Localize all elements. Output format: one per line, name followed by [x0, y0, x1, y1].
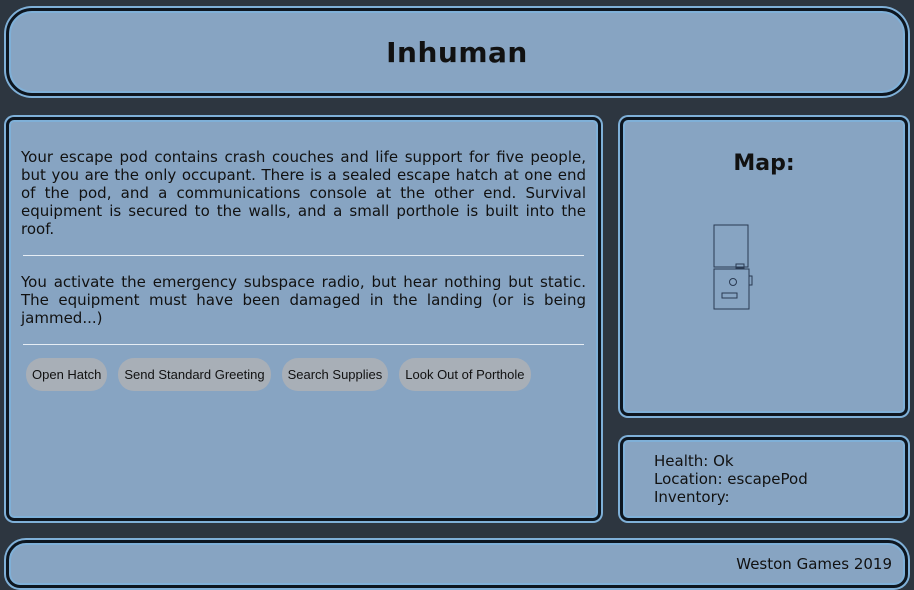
- location-status: Location: escapePod: [654, 470, 905, 488]
- send-standard-greeting-button[interactable]: Send Standard Greeting: [118, 358, 271, 391]
- actions-divider: [23, 344, 584, 345]
- health-status: Health: Ok: [654, 452, 905, 470]
- health-value: Ok: [713, 452, 734, 470]
- search-supplies-button[interactable]: Search Supplies: [281, 358, 389, 391]
- footer-panel: Weston Games 2019: [6, 540, 908, 588]
- map-player-marker: [729, 278, 737, 286]
- footer-credit: Weston Games 2019: [736, 555, 892, 573]
- game-title: Inhuman: [386, 35, 528, 69]
- map-room-side-door: [748, 275, 753, 286]
- inventory-status: Inventory:: [654, 488, 905, 506]
- action-bar: Open Hatch Send Standard Greeting Search…: [21, 358, 586, 391]
- location-label: Location:: [654, 470, 723, 488]
- map-panel: Map:: [620, 117, 908, 416]
- map-room-console: [721, 292, 738, 299]
- status-panel: Health: Ok Location: escapePod Inventory…: [620, 437, 908, 521]
- location-value: escapePod: [727, 470, 808, 488]
- map-room-escape-pod: [713, 268, 750, 310]
- header-panel: Inhuman: [6, 8, 908, 96]
- story-divider: [23, 255, 584, 256]
- health-label: Health:: [654, 452, 709, 470]
- open-hatch-button[interactable]: Open Hatch: [26, 358, 108, 391]
- inventory-label: Inventory:: [654, 488, 730, 506]
- room-description: Your escape pod contains crash couches a…: [21, 148, 586, 238]
- action-result: You activate the emergency subspace radi…: [21, 273, 586, 327]
- map-room-outside: [713, 224, 749, 268]
- map-diagram: [713, 224, 753, 310]
- story-panel: Your escape pod contains crash couches a…: [6, 117, 601, 521]
- look-out-of-porthole-button[interactable]: Look Out of Porthole: [399, 358, 531, 391]
